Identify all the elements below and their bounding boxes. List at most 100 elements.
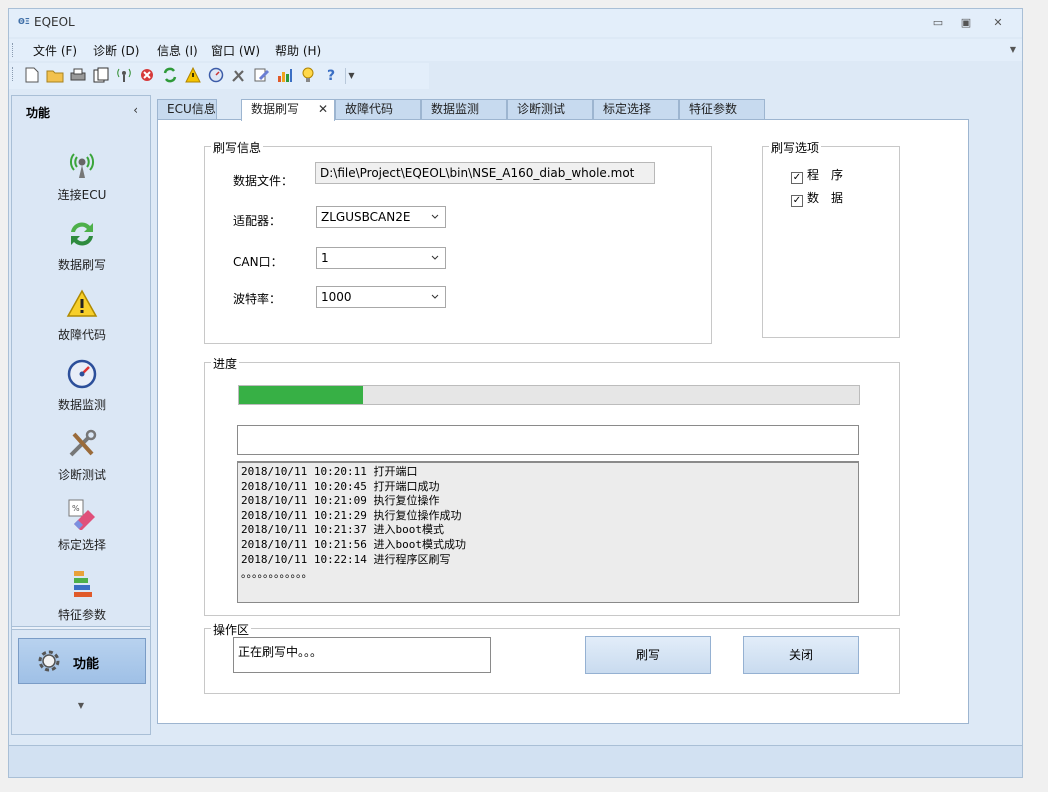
warning-icon[interactable]: [184, 66, 202, 85]
nav-label: 连接ECU: [57, 188, 107, 202]
checkbox-checked-icon: ✓: [791, 172, 803, 184]
new-file-icon[interactable]: [23, 67, 41, 85]
copy-icon[interactable]: [92, 67, 110, 85]
menu-diagnose[interactable]: 诊断 (D): [93, 42, 139, 59]
help-icon[interactable]: ?: [322, 67, 340, 85]
connect-antenna-icon[interactable]: [115, 67, 133, 85]
flash-info-title: 刷写信息: [211, 139, 264, 156]
tab-fault-codes[interactable]: 故障代码: [335, 99, 421, 119]
open-folder-icon[interactable]: [46, 67, 64, 85]
data-file-field[interactable]: D:\file\Project\EQEOL\bin\NSE_A160_diab_…: [315, 162, 655, 184]
refresh-icon[interactable]: [161, 67, 179, 85]
nav-label: 特征参数: [57, 608, 106, 622]
nav-label: 故障代码: [57, 328, 106, 342]
tab-diag-test[interactable]: 诊断测试: [507, 99, 593, 119]
restore-button[interactable]: ▣: [955, 14, 977, 32]
nav-item-feature-params[interactable]: 特征参数: [12, 564, 152, 628]
chevron-down-icon: [431, 294, 439, 299]
adapter-value: ZLGUSBCAN2E: [321, 210, 411, 224]
menu-help[interactable]: 帮助 (H): [275, 42, 321, 59]
log-line: 2018/10/11 10:20:11 打开端口: [241, 465, 418, 478]
nav-splitter[interactable]: [12, 626, 150, 630]
option-data-checkbox[interactable]: ✓ 数 据: [791, 189, 843, 207]
operation-group: 操作区 正在刷写中。。。 刷写 关闭: [204, 621, 900, 694]
nav-item-fault-codes[interactable]: 故障代码: [12, 284, 152, 348]
tools-icon: [69, 429, 97, 457]
tab-ecu-info[interactable]: ECU信息: [157, 99, 217, 119]
tab-calibration[interactable]: 标定选择: [593, 99, 679, 119]
tab-label: 标定选择: [603, 102, 652, 116]
lightbulb-icon[interactable]: [299, 67, 317, 85]
log-line: 2018/10/11 10:21:09 执行复位操作: [241, 494, 440, 508]
tab-data-monitor[interactable]: 数据监测: [421, 99, 507, 119]
tools-icon[interactable]: [230, 67, 248, 85]
progress-bar: [238, 385, 860, 405]
menu-overflow-icon[interactable]: ▼: [1010, 45, 1016, 54]
tab-strip: ECU信息 数据刷写 ✕ 故障代码 数据监测 诊断测试 标定选择 特征参数: [157, 99, 1017, 121]
log-line: 2018/10/11 10:22:14 进行程序区刷写: [241, 552, 451, 566]
bar-chart-icon[interactable]: [276, 67, 294, 85]
edit-icon[interactable]: [253, 67, 271, 85]
minimize-button[interactable]: ▭: [927, 14, 949, 32]
nav-label: 数据监测: [57, 398, 106, 412]
gear-icon: [38, 650, 60, 672]
tab-label: 特征参数: [689, 102, 738, 116]
nav-label: 数据刷写: [57, 258, 106, 272]
baud-rate-value: 1000: [321, 290, 352, 304]
tab-label: 数据监测: [431, 102, 480, 116]
menu-window[interactable]: 窗口 (W): [211, 42, 260, 59]
menu-file[interactable]: 文件 (F): [33, 42, 77, 59]
flash-options-group: 刷写选项 ✓ 程 序 ✓ 数 据: [762, 139, 900, 338]
nav-more-icon[interactable]: ▼: [12, 701, 150, 710]
tab-feature-params[interactable]: 特征参数: [679, 99, 765, 119]
nav-item-diag-test[interactable]: 诊断测试: [12, 424, 152, 488]
chevron-down-icon: [431, 255, 439, 260]
can-port-value: 1: [321, 251, 329, 265]
app-window: ΘΞ EQEOL ▭ ▣ ✕ 文件 (F) 诊断 (D) 信息 (I) 窗口 (…: [8, 8, 1023, 778]
nav-item-data-flash[interactable]: 数据刷写: [12, 214, 152, 278]
menu-info[interactable]: 信息 (I): [157, 42, 198, 59]
log-line: 2018/10/11 10:21:56 进入boot模式成功: [241, 537, 466, 551]
flash-button[interactable]: 刷写: [585, 636, 711, 674]
nav-function-button[interactable]: 功能: [18, 638, 146, 684]
toolbar-overflow-icon[interactable]: ▼: [345, 68, 357, 84]
close-window-button[interactable]: ✕: [987, 14, 1009, 32]
gauge-icon: [67, 359, 97, 389]
flash-log[interactable]: 2018/10/11 10:20:11 打开端口 2018/10/11 10:20…: [237, 461, 859, 603]
toolbar-grip-icon: [12, 67, 14, 81]
close-button[interactable]: 关闭: [743, 636, 859, 674]
can-port-select[interactable]: 1: [316, 247, 446, 269]
nav-item-data-monitor[interactable]: 数据监测: [12, 354, 152, 418]
menu-grip-icon: [12, 43, 14, 57]
operation-title: 操作区: [211, 621, 252, 638]
stop-icon[interactable]: [138, 67, 156, 85]
flash-options-title: 刷写选项: [769, 139, 822, 156]
nav-header: 功能 ‹: [12, 96, 150, 124]
flash-info-group: 刷写信息 数据文件： D:\file\Project\EQEOL\bin\NSE…: [204, 139, 712, 344]
gauge-icon[interactable]: [207, 67, 225, 85]
status-bar: [9, 745, 1022, 777]
nav-item-connect-ecu[interactable]: 连接ECU: [12, 144, 152, 208]
progress-message-field[interactable]: [237, 425, 859, 455]
function-nav-panel: 功能 ‹ 连接ECU 数据刷写 故障代码 数据监测 诊断测试 % 标定选择 特征…: [11, 95, 151, 735]
stacked-bars-icon: [74, 571, 92, 597]
nav-item-calibration[interactable]: % 标定选择: [12, 494, 152, 558]
option-program-checkbox[interactable]: ✓ 程 序: [791, 166, 843, 184]
tab-data-flash[interactable]: 数据刷写 ✕: [241, 99, 335, 121]
close-icon[interactable]: ✕: [318, 100, 328, 118]
nav-function-label: 功能: [73, 657, 100, 672]
baud-rate-select[interactable]: 1000: [316, 286, 446, 308]
menu-bar: 文件 (F) 诊断 (D) 信息 (I) 窗口 (W) 帮助 (H) ▼: [9, 39, 1022, 61]
window-title: EQEOL: [34, 15, 75, 29]
adapter-select[interactable]: ZLGUSBCAN2E: [316, 206, 446, 228]
can-port-label: CAN口：: [233, 255, 283, 269]
log-line: 。。。。。。。。。。。。: [241, 567, 313, 581]
progress-fill: [239, 386, 363, 404]
data-file-label: 数据文件：: [233, 174, 294, 188]
baud-rate-label: 波特率：: [233, 292, 282, 306]
print-icon[interactable]: [69, 67, 87, 85]
nav-collapse-icon[interactable]: ‹: [133, 103, 138, 117]
checkbox-checked-icon: ✓: [791, 195, 803, 207]
eqeol-logo-icon: ΘΞ: [18, 17, 30, 26]
svg-text:%: %: [72, 504, 80, 513]
